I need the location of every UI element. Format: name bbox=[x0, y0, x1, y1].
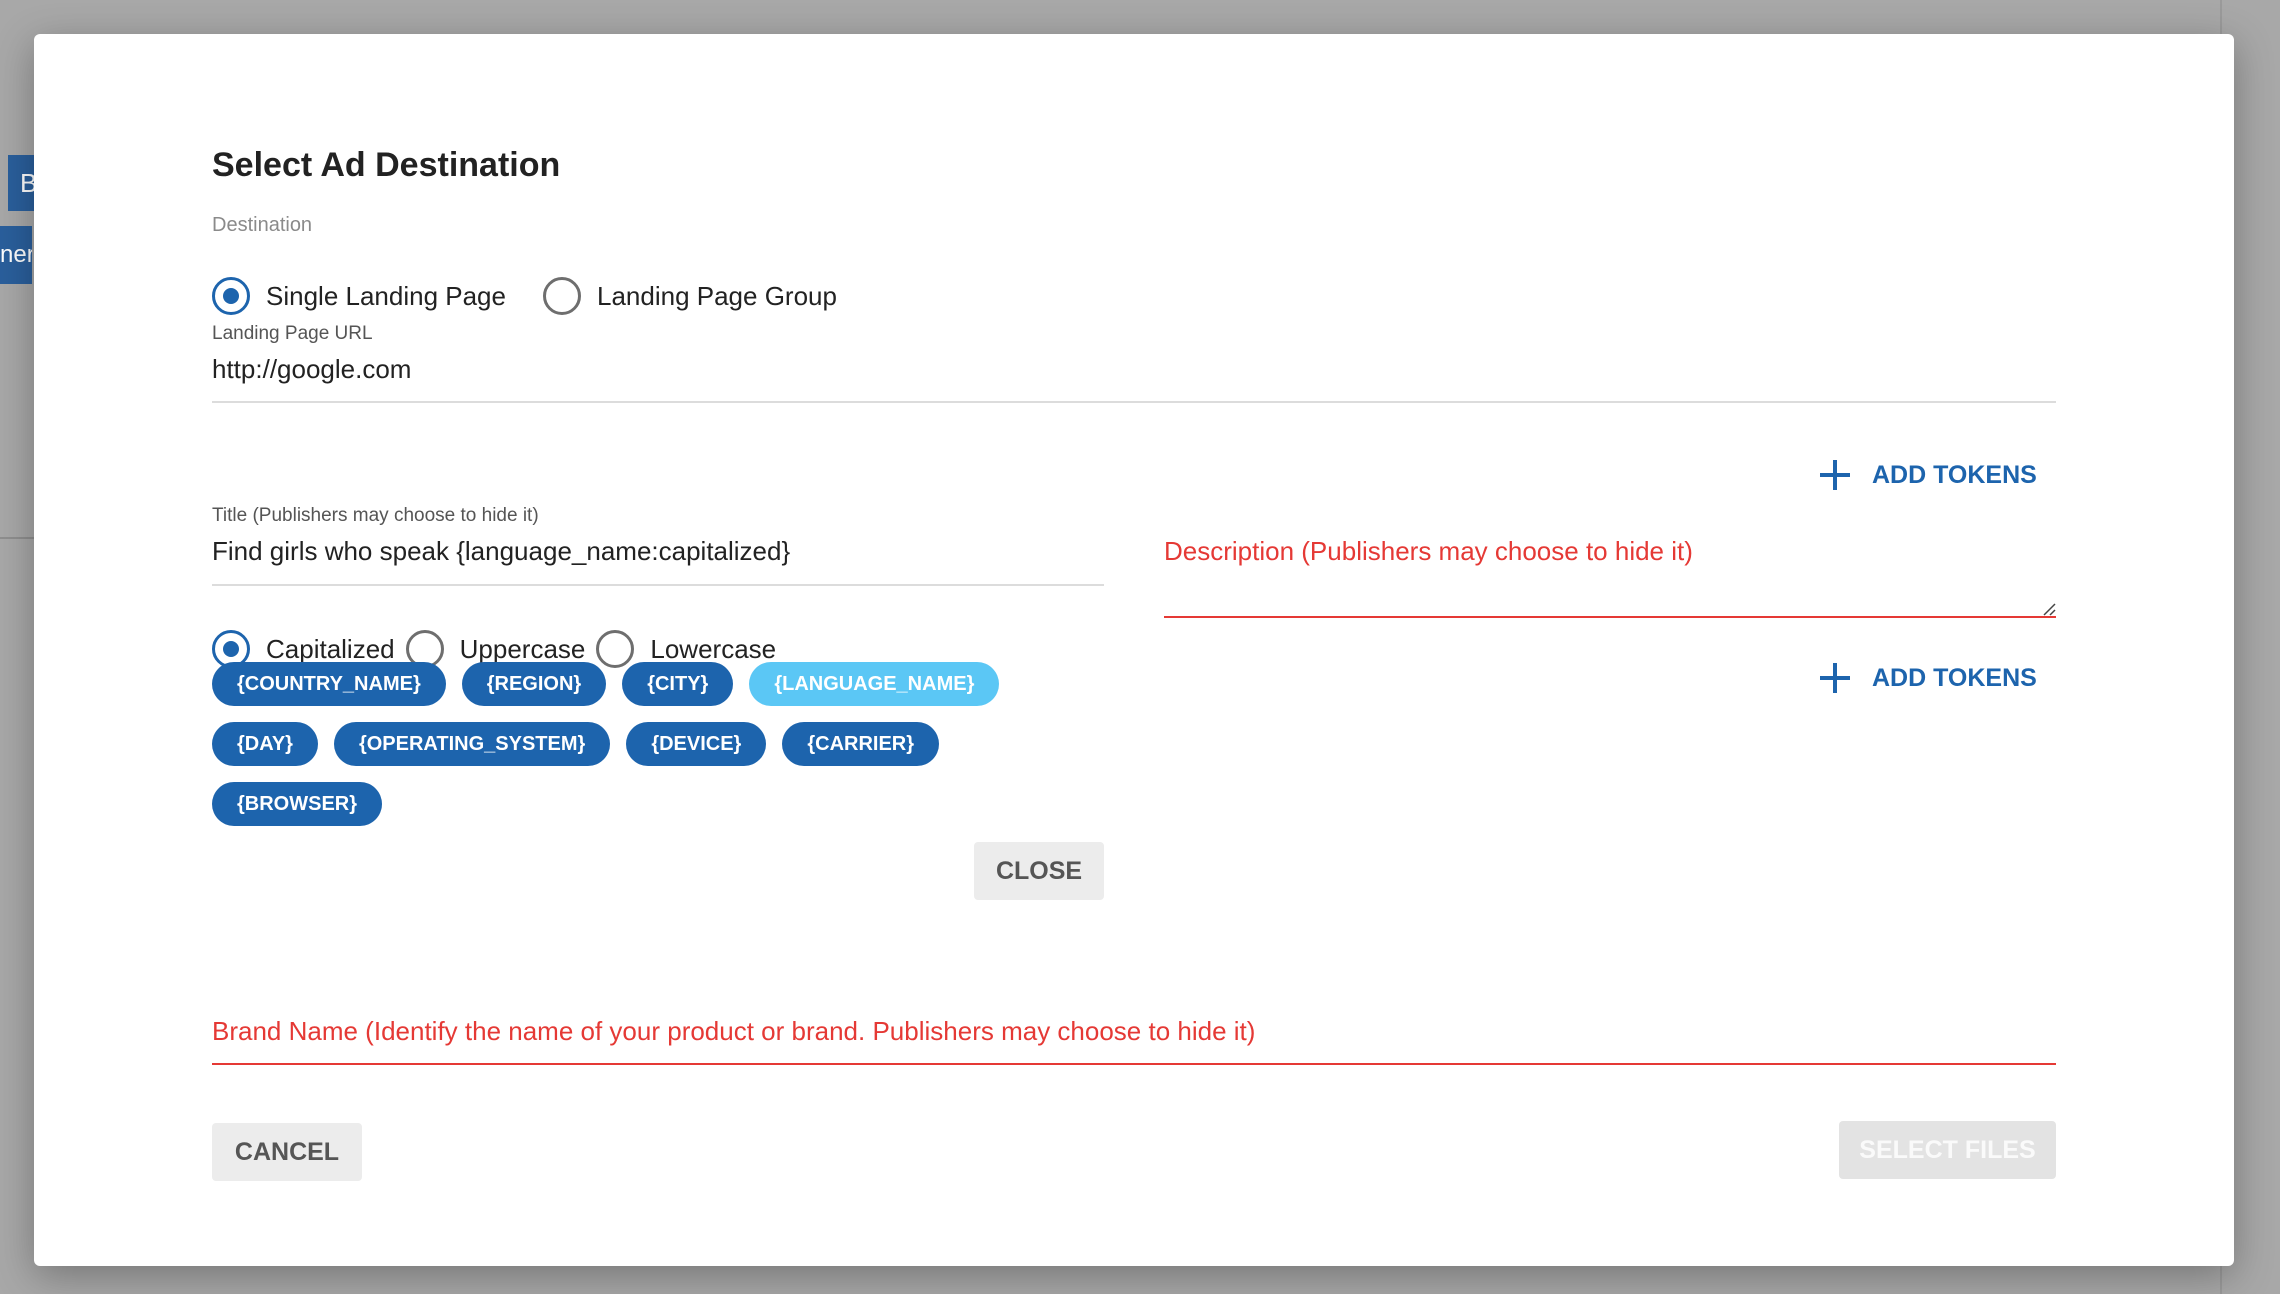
background-divider bbox=[0, 537, 34, 539]
token-chip-browser[interactable]: {BROWSER} bbox=[212, 782, 383, 826]
title-field-value[interactable]: Find girls who speak {language_name:capi… bbox=[212, 536, 1104, 567]
token-chip-list: {COUNTRY_NAME} {REGION} {CITY} {LANGUAGE… bbox=[212, 662, 1052, 842]
description-field[interactable]: Description (Publishers may choose to hi… bbox=[1164, 536, 2056, 618]
add-tokens-button[interactable]: ADD TOKENS bbox=[1820, 460, 2037, 490]
landing-url-underline bbox=[212, 401, 2056, 403]
brand-name-placeholder[interactable]: Brand Name (Identify the name of your pr… bbox=[212, 1016, 2056, 1047]
radio-unchecked-icon[interactable] bbox=[543, 277, 581, 315]
case-option-label: Lowercase bbox=[650, 633, 777, 664]
brand-name-underline bbox=[212, 1063, 2056, 1065]
radio-checked-icon[interactable] bbox=[212, 277, 250, 315]
token-chip-carrier[interactable]: {CARRIER} bbox=[782, 722, 940, 766]
landing-url-value[interactable]: http://google.com bbox=[212, 354, 2056, 385]
add-tokens-label: ADD TOKENS bbox=[1872, 663, 2037, 692]
token-chip-language-name[interactable]: {LANGUAGE_NAME} bbox=[749, 662, 1000, 706]
title-field[interactable]: Find girls who speak {language_name:capi… bbox=[212, 536, 1104, 586]
background-button: B bbox=[8, 155, 35, 211]
cancel-button[interactable]: CANCEL bbox=[212, 1123, 362, 1181]
title-field-label: Title (Publishers may choose to hide it) bbox=[212, 505, 539, 526]
add-tokens-button-2[interactable]: ADD TOKENS bbox=[1820, 663, 2037, 693]
destination-option-single[interactable]: Single Landing Page bbox=[212, 277, 506, 315]
token-chip-day[interactable]: {DAY} bbox=[212, 722, 318, 766]
token-chip-operating-system[interactable]: {OPERATING_SYSTEM} bbox=[333, 722, 611, 766]
plus-icon bbox=[1820, 663, 1850, 693]
landing-url-label: Landing Page URL bbox=[212, 323, 373, 344]
description-underline bbox=[1164, 616, 2056, 618]
token-chip-region[interactable]: {REGION} bbox=[461, 662, 607, 706]
select-files-button[interactable]: SELECT FILES bbox=[1839, 1121, 2056, 1179]
destination-option-group[interactable]: Landing Page Group bbox=[543, 277, 837, 315]
title-field-underline bbox=[212, 584, 1104, 586]
token-chip-city[interactable]: {CITY} bbox=[622, 662, 734, 706]
token-chip-device[interactable]: {DEVICE} bbox=[626, 722, 767, 766]
add-tokens-label: ADD TOKENS bbox=[1872, 460, 2037, 489]
dialog-title: Select Ad Destination bbox=[212, 146, 561, 184]
description-placeholder[interactable]: Description (Publishers may choose to hi… bbox=[1164, 536, 2056, 567]
close-button[interactable]: CLOSE bbox=[974, 842, 1104, 900]
destination-option-label: Single Landing Page bbox=[266, 280, 506, 311]
case-option-label: Capitalized bbox=[266, 633, 395, 664]
resize-handle-icon[interactable] bbox=[2042, 602, 2056, 616]
destination-label: Destination bbox=[212, 214, 313, 236]
brand-name-field[interactable]: Brand Name (Identify the name of your pr… bbox=[212, 1016, 2056, 1065]
token-chip-country-name[interactable]: {COUNTRY_NAME} bbox=[212, 662, 446, 706]
landing-url-field[interactable]: http://google.com bbox=[212, 354, 2056, 403]
ad-destination-dialog: Select Ad Destination Destination Single… bbox=[34, 34, 2234, 1266]
destination-option-label: Landing Page Group bbox=[597, 280, 837, 311]
case-option-label: Uppercase bbox=[459, 633, 586, 664]
background-tab: ner bbox=[0, 226, 32, 284]
plus-icon bbox=[1820, 460, 1850, 490]
